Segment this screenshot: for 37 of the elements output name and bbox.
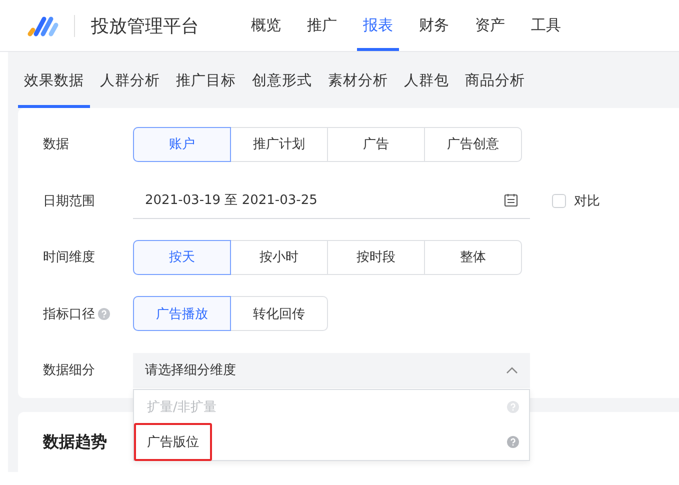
filter-label: 日期范围 <box>43 192 95 210</box>
help-icon <box>507 436 519 448</box>
select-field[interactable]: 请选择细分维度 <box>133 352 530 388</box>
sub-tab[interactable]: 商品分析 <box>459 52 531 108</box>
segment-option[interactable]: 按时段 <box>327 240 425 275</box>
calendar-icon <box>504 193 518 208</box>
date-range-field[interactable]: 2021-03-19 至 2021-03-25 <box>133 182 530 219</box>
segment-option[interactable]: 整体 <box>424 240 522 275</box>
nav-tab[interactable]: 工具 <box>525 0 567 51</box>
segment-option[interactable]: 推广计划 <box>230 126 328 162</box>
segment-option[interactable]: 按天 <box>133 240 231 275</box>
sub-tab[interactable]: 素材分析 <box>322 52 394 108</box>
segment-option[interactable]: 广告播放 <box>133 296 231 332</box>
segment-option[interactable]: 账户 <box>133 126 231 162</box>
segment-option[interactable]: 广告 <box>327 126 425 162</box>
platform-title: 投放管理平台 <box>91 14 199 38</box>
section-title: 数据趋势 <box>43 432 107 451</box>
segment-option[interactable]: 广告创意 <box>424 126 522 162</box>
sub-tab[interactable]: 推广目标 <box>170 52 242 108</box>
segment-option[interactable]: 转化回传 <box>230 296 328 332</box>
nav-tab[interactable]: 财务 <box>413 0 455 51</box>
filter-label: 数据细分 <box>43 362 95 380</box>
checkbox-label: 对比 <box>574 192 600 210</box>
checkbox[interactable] <box>552 194 566 208</box>
help-icon <box>507 401 519 414</box>
nav-tab[interactable]: 推广 <box>301 0 343 51</box>
sub-tab[interactable]: 创意形式 <box>246 52 318 108</box>
sub-tab[interactable]: 人群包 <box>398 52 455 108</box>
segment-option[interactable]: 按小时 <box>230 240 328 275</box>
sub-tab[interactable]: 人群分析 <box>94 52 166 108</box>
filter-label: 时间维度 <box>43 249 95 266</box>
nav-tab[interactable]: 概览 <box>245 0 287 51</box>
filter-label: 数据 <box>43 136 69 154</box>
nav-tab[interactable]: 资产 <box>469 0 511 51</box>
chevron-icon <box>506 366 518 374</box>
menu-option[interactable]: 广告版位 <box>134 423 212 462</box>
filter-label: 指标口径 <box>43 306 95 323</box>
